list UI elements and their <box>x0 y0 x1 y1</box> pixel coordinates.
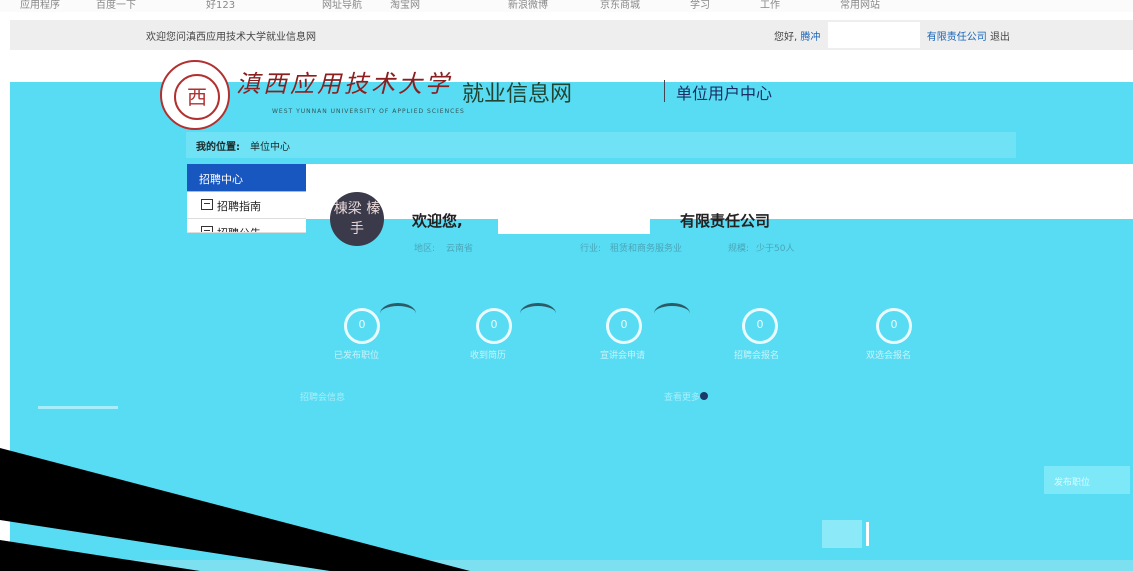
black-stripes-overlay <box>0 448 470 571</box>
